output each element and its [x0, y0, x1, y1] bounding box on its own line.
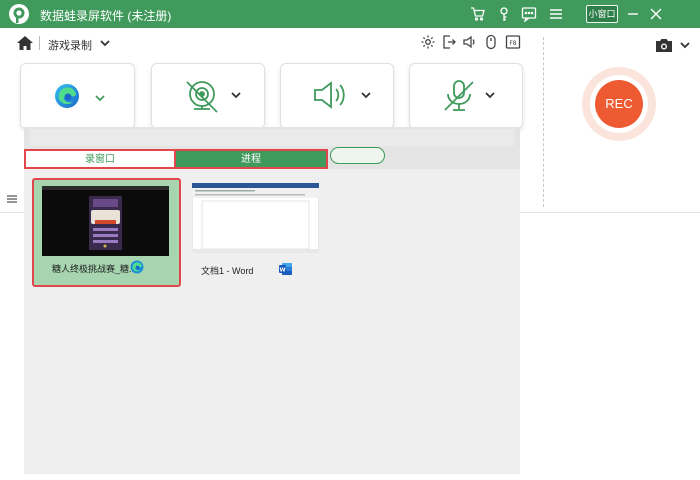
nav-bar: 游戏录制 F8 [0, 28, 700, 56]
window-item-label: 糖人终极挑战赛_糖... [52, 264, 137, 274]
app-title: 数据蛙录屏软件 (未注册) [40, 9, 172, 23]
window-item-browser[interactable]: 糖人终极挑战赛_糖... [32, 178, 181, 287]
svg-text:F8: F8 [509, 40, 516, 47]
tab-extra[interactable] [330, 147, 385, 164]
export-icon[interactable] [441, 34, 457, 50]
rec-button[interactable]: REC [595, 80, 643, 128]
speaker-icon [314, 81, 345, 109]
app-logo [9, 4, 29, 24]
chevron-down-icon[interactable] [359, 88, 373, 102]
mouse-icon[interactable] [483, 34, 499, 50]
chevron-down-icon[interactable] [678, 38, 692, 52]
tab-process[interactable]: 进程 [176, 149, 328, 169]
chevron-down-icon[interactable] [229, 88, 243, 102]
edge-icon [130, 260, 144, 274]
title-bar: 数据蛙录屏软件 (未注册) 小窗口 [0, 0, 700, 28]
home-icon[interactable] [16, 35, 34, 51]
list-icon[interactable] [6, 193, 18, 205]
webcam-source-card[interactable] [151, 63, 265, 129]
key-icon[interactable] [494, 4, 514, 24]
microphone-card[interactable] [409, 63, 523, 129]
chevron-down-icon[interactable] [93, 91, 107, 105]
chevron-down-icon[interactable] [483, 88, 497, 102]
mini-window-button[interactable]: 小窗口 [586, 5, 618, 23]
window-item-label: 文档1 - Word [201, 266, 254, 276]
close-icon[interactable] [646, 4, 666, 24]
microphone-icon [444, 80, 474, 111]
breadcrumb[interactable]: 游戏录制 [48, 37, 92, 53]
minimize-icon[interactable] [623, 4, 643, 24]
webcam-icon [186, 81, 218, 113]
chevron-down-icon[interactable] [98, 36, 112, 50]
panel-header-highlight [30, 129, 514, 146]
window-thumbnail [42, 186, 169, 256]
volume-icon[interactable] [462, 34, 478, 50]
window-item-word[interactable]: 文档1 - Word W [192, 183, 322, 283]
cart-icon[interactable] [468, 4, 488, 24]
menu-icon[interactable] [546, 4, 566, 24]
window-thumbnail [192, 183, 319, 253]
screen-source-card[interactable] [20, 63, 135, 129]
window-picker-panel: 录窗口 进程 糖人终极挑战赛_糖... 文档1 - Word W [24, 127, 520, 474]
app-window: 数据蛙录屏软件 (未注册) 小窗口 游戏录制 F8 REC 录窗口 进程 糖人终… [0, 0, 700, 480]
section-divider [543, 37, 544, 207]
nav-divider [39, 36, 40, 50]
gear-icon[interactable] [420, 34, 436, 50]
chat-icon[interactable] [519, 4, 539, 24]
edge-browser-icon [55, 84, 79, 108]
fullscreen-icon[interactable]: F8 [505, 34, 521, 50]
word-icon: W [279, 263, 292, 275]
system-audio-card[interactable] [280, 63, 394, 129]
camera-icon[interactable] [654, 37, 674, 53]
svg-text:W: W [279, 268, 285, 274]
tab-record-window[interactable]: 录窗口 [24, 149, 176, 169]
